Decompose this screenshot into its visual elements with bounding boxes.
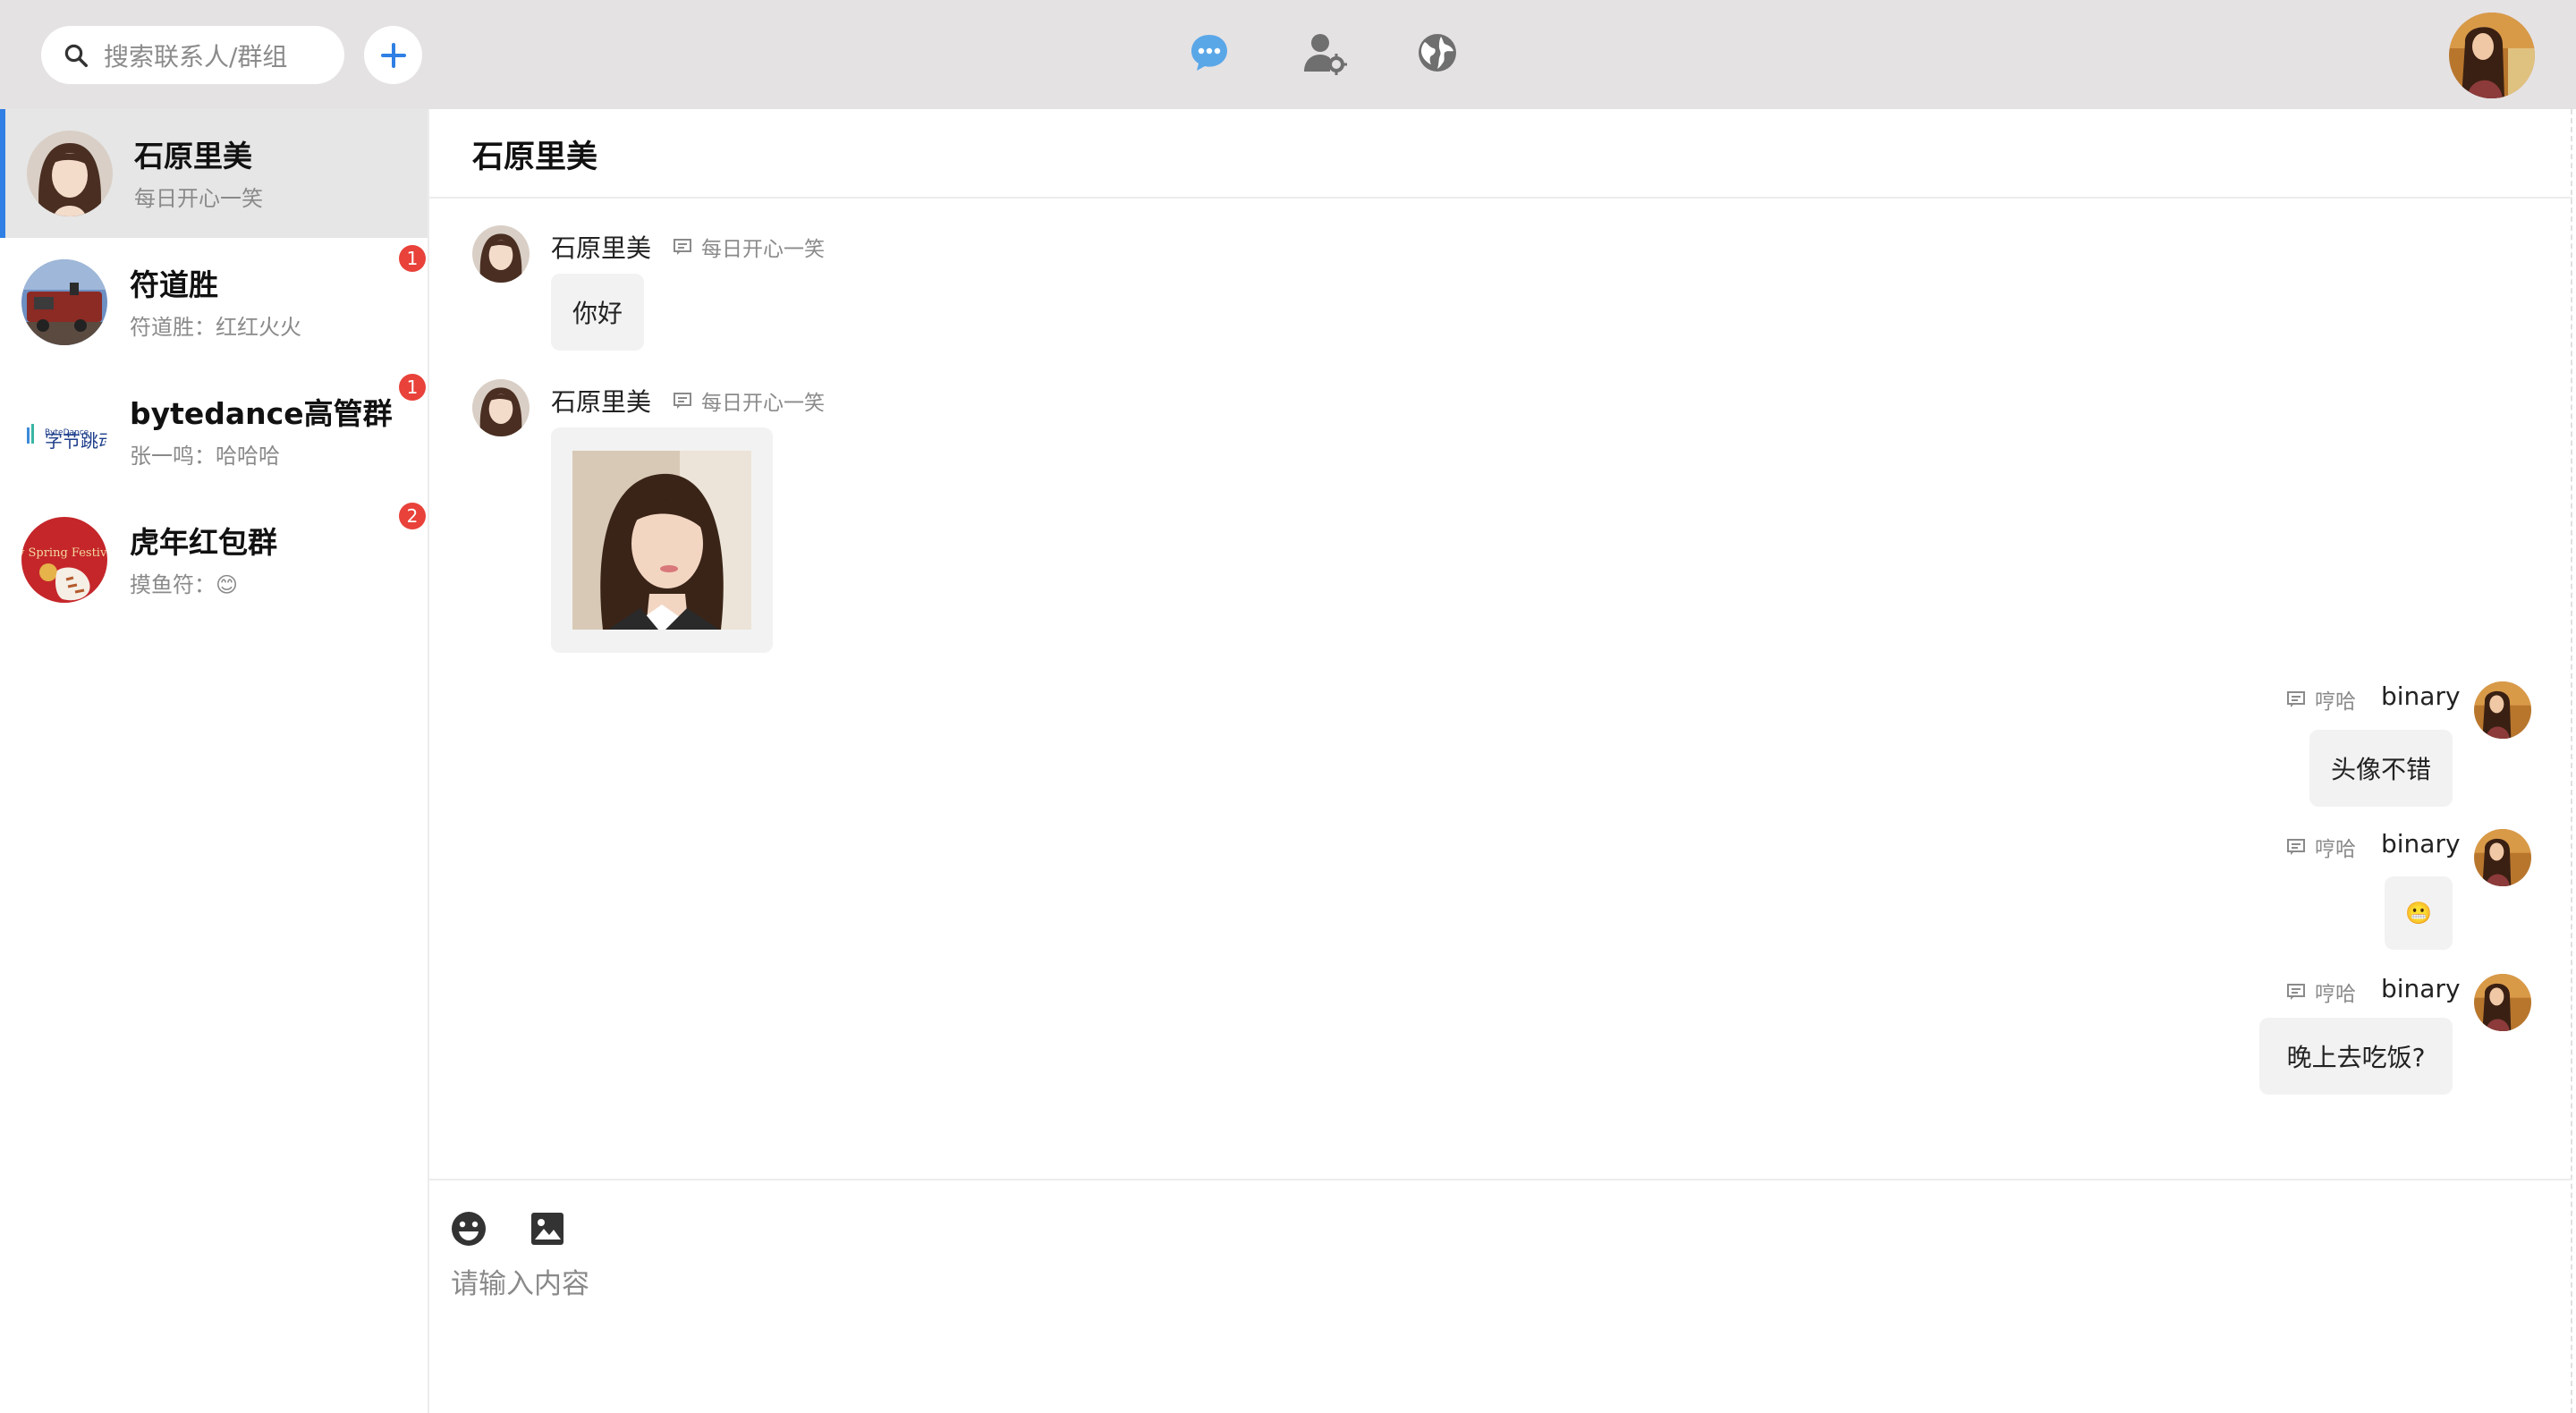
comment-icon [674, 393, 691, 409]
message-signature: 哼哈 [2286, 684, 2356, 715]
message-sender: binary [2381, 829, 2461, 859]
unread-badge: 1 [399, 374, 426, 401]
conversation-name: 虎年红包群 [130, 525, 277, 560]
signature-text: 哼哈 [2315, 838, 2356, 861]
message-bubble[interactable]: 你好 [551, 274, 644, 351]
message-image[interactable] [572, 451, 751, 630]
message-input[interactable]: 请输入内容 [451, 1261, 589, 1301]
conversation-name: 符道胜 [130, 267, 218, 302]
avatar: y Spring Festival [21, 517, 107, 603]
chat-bubble-icon [1191, 35, 1227, 71]
top-bar: 搜索联系人/群组 [0, 0, 2576, 109]
message-bubble[interactable]: 头像不错 [2309, 730, 2453, 807]
avatar: ByteDance 字节跳动 [21, 388, 107, 474]
user-avatar[interactable] [2449, 13, 2535, 98]
conversation-item[interactable]: 符道胜 符道胜：红红火火 1 [0, 238, 428, 367]
conversation-item[interactable]: y Spring Festival 虎年红包群 摸鱼符：😊 2 [0, 495, 428, 624]
comment-icon [2287, 691, 2305, 707]
avatar[interactable] [2474, 829, 2531, 886]
signature-text: 每日开心一笑 [701, 392, 825, 415]
nav-contacts-button[interactable] [1302, 30, 1347, 75]
avatar[interactable] [472, 225, 530, 283]
signature-text: 哼哈 [2315, 983, 2356, 1006]
conversation-name: bytedance高管群 [130, 396, 393, 431]
conversation-preview: 摸鱼符：😊 [130, 572, 239, 597]
comment-icon [2287, 839, 2305, 855]
message-signature: 每日开心一笑 [673, 385, 825, 416]
message-bubble[interactable]: 😬 [2385, 876, 2453, 950]
comment-icon [2287, 984, 2305, 1000]
chat-title: 石原里美 [472, 140, 598, 175]
chat-header: 石原里美 [429, 109, 2572, 199]
image-icon[interactable] [528, 1209, 567, 1248]
conversation-preview: 每日开心一笑 [134, 186, 263, 211]
unread-badge: 1 [399, 245, 426, 272]
conversation-list: 石原里美 每日开心一笑 符道胜 符道胜：红红火火 1 ByteDance 字节跳… [0, 109, 429, 1413]
message-image-bubble[interactable] [551, 427, 773, 653]
search-icon [64, 44, 88, 67]
user-settings-icon [1304, 34, 1347, 75]
conversation-preview: 符道胜：红红火火 [130, 315, 301, 340]
message-sender: 石原里美 [551, 387, 652, 417]
avatar[interactable] [2474, 974, 2531, 1031]
message-sender: 石原里美 [551, 233, 652, 263]
conversation-name: 石原里美 [134, 139, 252, 173]
chat-pane: 石原里美 石原里美 每日开心一笑 你好 石原里美 每日开心一笑 哼哈 binar… [429, 109, 2572, 1413]
message-composer: 请输入内容 [429, 1179, 2572, 1413]
signature-text: 每日开心一笑 [701, 238, 825, 261]
message-signature: 哼哈 [2286, 977, 2356, 1007]
message-sender: binary [2381, 974, 2461, 1003]
comment-icon [674, 239, 691, 255]
add-button[interactable] [364, 26, 422, 84]
search-input[interactable]: 搜索联系人/群组 [41, 26, 344, 84]
emoji-icon[interactable] [449, 1209, 488, 1248]
svg-text:y Spring Festival: y Spring Festival [21, 546, 107, 560]
unread-badge: 2 [399, 503, 426, 529]
svg-text:字节跳动: 字节跳动 [45, 430, 107, 452]
message-signature: 每日开心一笑 [673, 232, 825, 262]
conversation-item[interactable]: 石原里美 每日开心一笑 [0, 109, 428, 238]
conversation-preview: 张一鸣：哈哈哈 [130, 444, 280, 469]
avatar[interactable] [2474, 681, 2531, 739]
nav-explore-button[interactable] [1415, 30, 1460, 75]
avatar [27, 131, 113, 216]
plus-icon [380, 42, 406, 68]
nav-chat-button[interactable] [1187, 30, 1232, 75]
message-signature: 哼哈 [2286, 832, 2356, 862]
conversation-item[interactable]: ByteDance 字节跳动 bytedance高管群 张一鸣：哈哈哈 1 [0, 367, 428, 495]
globe-icon [1419, 34, 1456, 72]
message-sender: binary [2381, 681, 2461, 711]
message-bubble[interactable]: 晚上去吃饭? [2259, 1018, 2453, 1095]
search-placeholder: 搜索联系人/群组 [104, 41, 288, 72]
avatar[interactable] [472, 379, 530, 436]
avatar [21, 259, 107, 345]
signature-text: 哼哈 [2315, 690, 2356, 714]
